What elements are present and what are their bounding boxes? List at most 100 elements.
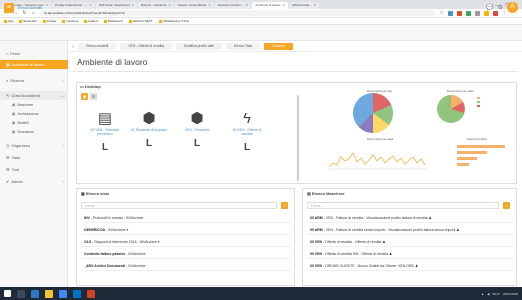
list-item[interactable]: 00 VEN - ORDINE CLIENTE - Nuovo Ordine d… (307, 261, 514, 271)
sidebar-item-admin[interactable]: ✔ Admin ‹ (0, 177, 68, 186)
close-tab-icon[interactable]: ✕ (314, 2, 317, 9)
browser-tab[interactable]: Portale Fatturazione - ... ✕ (52, 2, 95, 9)
list-item[interactable]: OLS - Rapporti di Intervento 2015 - INVA… (81, 237, 292, 247)
sidebar-item-label: Task (11, 155, 20, 160)
breadcrumb-item-active[interactable]: Desktop (264, 42, 293, 50)
folder-icon[interactable] (45, 289, 53, 298)
sidebar-item-feed[interactable]: ⌂ Feed (0, 49, 68, 58)
desktop-tile[interactable]: ϟ 00 VEN - Offerte di vendita L (227, 111, 267, 154)
settings-icon[interactable]: ⚙ (498, 4, 503, 11)
scan-icon: ▤ (12, 130, 16, 134)
breadcrumb-item[interactable]: VEN - Offerte di vendita (120, 42, 173, 50)
network-icon[interactable]: ▲ (481, 292, 484, 296)
desktop-tile[interactable]: ⬢ 01 Richieste di Acquisto L (129, 111, 169, 150)
close-tab-icon[interactable]: ✕ (132, 2, 135, 9)
edge-icon[interactable] (31, 289, 39, 298)
sidebar-item-task[interactable]: ☰ Task (0, 153, 68, 162)
browser-tab[interactable]: Ricerca - Ambiente ✕ (138, 2, 174, 9)
list-item[interactable]: _ARX Archivi Documenti - INVArchive (81, 261, 292, 271)
list-item[interactable]: Controllo fatture passive - INVArchive (81, 249, 292, 259)
chrome-icon[interactable] (59, 289, 67, 298)
home-icon[interactable]: ⌂ (31, 10, 36, 16)
maschere-search-input[interactable]: Cerca... (307, 202, 499, 209)
sidebar-item-archiviazione[interactable]: ▤ Archiviazione (0, 110, 68, 119)
os-taskbar (0, 287, 522, 300)
collapse-icon[interactable]: « (72, 44, 74, 49)
tile-sub-icon: L (145, 138, 153, 149)
bookmark[interactable]: Dashboard (103, 19, 123, 23)
bookmark[interactable]: ClickMeeting Online (158, 19, 189, 23)
search-icon[interactable] (17, 289, 25, 298)
list-item[interactable]: 00 ARM - VEN - Fattura di vendita - Visu… (307, 213, 514, 223)
extension-icon[interactable] (448, 10, 453, 16)
sidebar-item-modelli[interactable]: ▤ Modelli (0, 119, 68, 128)
hamburger-icon[interactable]: ≡ (4, 3, 14, 13)
add-maschera-button[interactable]: + (503, 202, 510, 209)
sidebar-item-tool[interactable]: ⚒ Tool (0, 165, 68, 174)
list-item[interactable]: INV - Protocolli in entrata - INVArchive (81, 213, 292, 223)
breadcrumb-item[interactable]: Modifica profilo utile (176, 42, 223, 50)
windows-start-icon[interactable] (4, 290, 11, 297)
reload-icon[interactable]: ↻ (22, 10, 27, 16)
desktop-tile[interactable]: ⬢ VEN - Preventivi L (177, 111, 217, 150)
sidebar-item-crea-documenti[interactable]: ✎ Crea documenti ⌄ (0, 91, 68, 100)
sidebar-item-ambiente[interactable]: ▦ Ambiente di lavoro (0, 60, 68, 69)
sidebar-item-scansione[interactable]: ▤ Scansione (0, 128, 68, 137)
breadcrumb-item[interactable]: Elenco Task (226, 42, 261, 50)
list-item[interactable]: GENERICOA - INVArchive ▾ (81, 225, 292, 235)
browser-tab[interactable]: Inserire nuova fattura ✕ (174, 2, 214, 9)
volume-icon[interactable]: ◀ (487, 292, 489, 296)
add-vista-button[interactable]: + (281, 202, 288, 209)
chat-icon[interactable]: 💬 (486, 4, 493, 11)
close-tab-icon[interactable]: ✕ (246, 2, 249, 9)
chart-title: Documenti per data (367, 137, 394, 141)
url-field[interactable]: ifs.demoitaliane.it/home/MainPortal?User… (40, 10, 435, 16)
browser-tab[interactable]: Gestione fornitori ... ✕ (214, 2, 252, 9)
tab-label: SAP Ariba / Dashboard (98, 3, 130, 7)
avatar[interactable]: A (507, 2, 518, 13)
sidebar-item-label: Scansione (17, 130, 35, 134)
extension-icon[interactable] (466, 10, 471, 16)
sidebar-item-maschere[interactable]: ▤ Maschere (0, 101, 68, 110)
list-item[interactable]: 00 VEN - Offerta di vendita - Offerta di… (307, 237, 514, 247)
browser-tab-active[interactable]: Ambiente di lavoro ✕ (252, 2, 288, 9)
divider (72, 71, 518, 72)
tab-label: ARIA Portale... (291, 3, 312, 7)
bookmark[interactable]: ARIAnet NEXT (128, 19, 153, 23)
viste-search-input[interactable]: Cerca... (81, 202, 277, 209)
list-view-button[interactable]: ☰ (90, 93, 97, 100)
bookmark[interactable]: Portale (42, 19, 56, 23)
close-tab-icon[interactable]: ✕ (208, 2, 211, 9)
grid-view-button[interactable]: ▦ (81, 93, 88, 100)
extension-icon[interactable] (457, 10, 462, 16)
list-item[interactable]: 00 VEN - Offerta di vendita SW - Offerta… (307, 249, 514, 259)
sidebar-item-organizza[interactable]: ◷ Organizza ‹ (0, 141, 68, 150)
row-text: - Protocolli in entrata - INVArchive (89, 216, 144, 220)
extension-icon[interactable] (475, 10, 480, 16)
star-icon[interactable]: ☆ (439, 10, 444, 16)
bookmark[interactable]: Fattura (84, 19, 98, 23)
list-item[interactable]: 00 ARM - VEN - Fattura di vendita senza … (307, 225, 514, 235)
outlook-icon[interactable] (73, 289, 81, 298)
date[interactable]: 24/01/2018 (503, 292, 518, 296)
sidebar-item-ricerca[interactable]: ⌕ Ricerca ‹ (0, 76, 68, 85)
bookmark[interactable]: Gestione (62, 19, 78, 23)
desktop-toolbar: ▦ ☰ (81, 93, 97, 100)
powerpoint-icon[interactable] (87, 289, 95, 298)
bookmark[interactable]: Bookmark (19, 19, 37, 23)
sidebar-item-label: Modelli (17, 121, 29, 125)
close-tab-icon[interactable]: ✕ (46, 2, 49, 9)
breadcrumb-item[interactable]: Elenco modelli (78, 42, 117, 50)
desktop-panel: ▭ Desktop ▦ ☰ ▤ 00 VEN - Richieste preve… (76, 82, 517, 184)
clock[interactable]: 09:47 (492, 292, 500, 296)
sidebar-item-label: Feed (10, 51, 20, 56)
desktop-scrollbar[interactable] (297, 95, 299, 181)
header-link[interactable]: Elenco contratti (18, 6, 42, 10)
bookmark[interactable]: App (4, 19, 13, 23)
close-tab-icon[interactable]: ✕ (89, 2, 92, 9)
desktop-tile[interactable]: ▤ 00 VEN - Richieste preventivo L (85, 111, 125, 154)
close-tab-icon[interactable]: ✕ (282, 2, 285, 9)
close-tab-icon[interactable]: ✕ (168, 2, 171, 9)
browser-tab[interactable]: ARIA Portale... ✕ (288, 2, 320, 9)
browser-tab[interactable]: SAP Ariba / Dashboard ✕ (95, 2, 138, 9)
